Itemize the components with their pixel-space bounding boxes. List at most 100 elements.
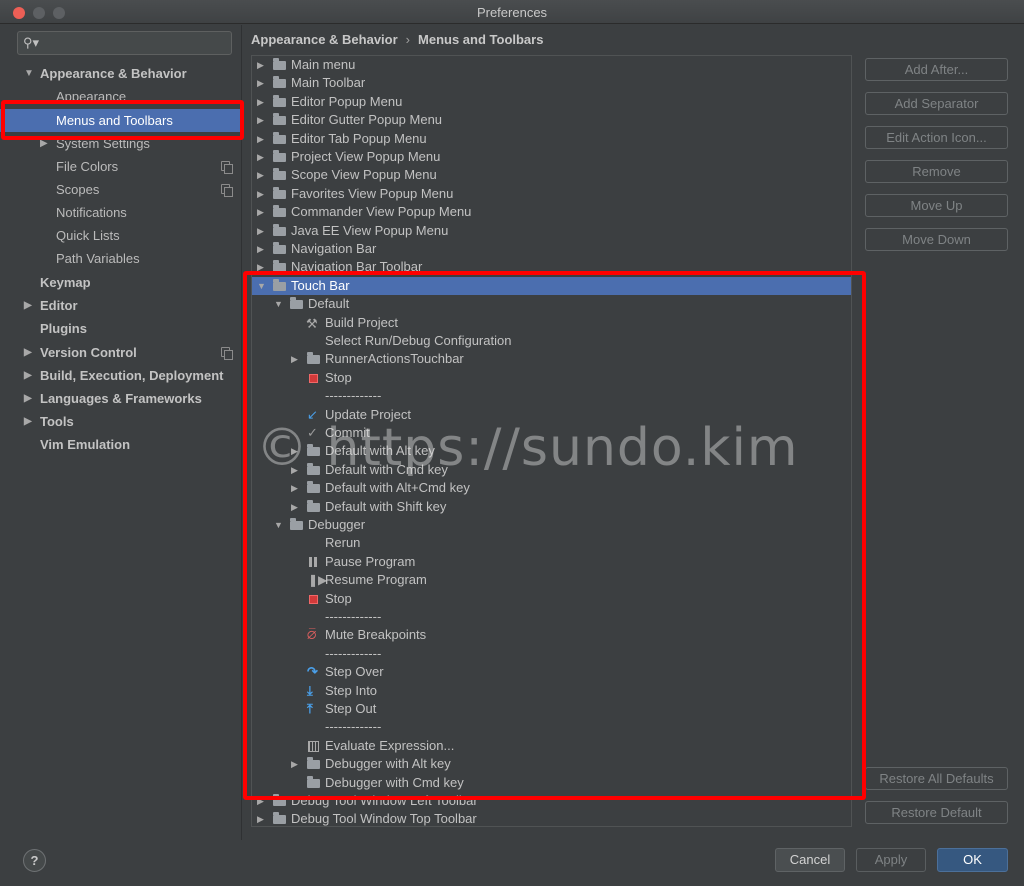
expand-arrow-icon[interactable]: ▶ (257, 185, 267, 203)
tree-row[interactable]: ⚒ Build Project (252, 314, 851, 332)
tree-row[interactable]: Rerun (252, 534, 851, 552)
expand-arrow-icon[interactable]: ▶ (291, 461, 301, 479)
apply-button[interactable]: Apply (856, 848, 926, 872)
tree-row[interactable]: ▶ Editor Tab Popup Menu (252, 130, 851, 148)
expand-arrow-icon[interactable]: ▶ (257, 222, 267, 240)
add-after-button[interactable]: Add After... (865, 58, 1008, 81)
tree-row[interactable]: ▶ Debug Tool Window Top Toolbar (252, 810, 851, 826)
tree-row[interactable]: Stop (252, 590, 851, 608)
tree-row[interactable]: ▶ Main Toolbar (252, 74, 851, 92)
expand-arrow-icon[interactable]: ▶ (257, 258, 267, 276)
expand-arrow-icon[interactable]: ▶ (291, 350, 301, 368)
expand-arrow-icon[interactable]: ▼ (24, 62, 34, 85)
expand-arrow-icon[interactable]: ▶ (24, 410, 32, 433)
tree-row[interactable]: ▶ Editor Gutter Popup Menu (252, 111, 851, 129)
expand-arrow-icon[interactable]: ▶ (291, 479, 301, 497)
tree-row[interactable]: ▶ Favorites View Popup Menu (252, 185, 851, 203)
collapse-arrow-icon[interactable]: ▼ (274, 295, 284, 313)
tree-row[interactable]: ▶ Editor Popup Menu (252, 93, 851, 111)
tree-row[interactable]: ▶ Project View Popup Menu (252, 148, 851, 166)
add-separator-button[interactable]: Add Separator (865, 92, 1008, 115)
move-up-button[interactable]: Move Up (865, 194, 1008, 217)
restore-default-button[interactable]: Restore Default (865, 801, 1008, 824)
tree-row[interactable]: ------------- (252, 387, 851, 405)
edit-action-icon-button[interactable]: Edit Action Icon... (865, 126, 1008, 149)
tree-row[interactable]: ------------- (252, 608, 851, 626)
sidebar-item-scopes[interactable]: Scopes (0, 178, 242, 201)
tree-row[interactable]: ✓ Commit (252, 424, 851, 442)
tree-row[interactable]: Stop (252, 369, 851, 387)
tree-row[interactable]: ▶ Java EE View Popup Menu (252, 222, 851, 240)
menus-toolbars-tree[interactable]: ▶ Main menu ▶ Main Toolbar ▶ Editor Popup Men… (251, 55, 852, 827)
tree-row[interactable]: ------------- (252, 718, 851, 736)
tree-row[interactable]: ▼ Default (252, 295, 851, 313)
sidebar-item-tools[interactable]: ▶ Tools (0, 410, 242, 433)
expand-arrow-icon[interactable]: ▶ (291, 442, 301, 460)
tree-row[interactable]: ▶ Commander View Popup Menu (252, 203, 851, 221)
expand-arrow-icon[interactable]: ▶ (257, 93, 267, 111)
tree-row[interactable]: Select Run/Debug Configuration (252, 332, 851, 350)
tree-row[interactable]: ▶ Scope View Popup Menu (252, 166, 851, 184)
sidebar-item-vim-emulation[interactable]: Vim Emulation (0, 433, 242, 456)
tree-row[interactable]: ▶ Debugger with Alt key (252, 755, 851, 773)
tree-row[interactable]: ▶ Default with Alt key (252, 442, 851, 460)
tree-row[interactable]: Debugger with Cmd key (252, 774, 851, 792)
expand-arrow-icon[interactable]: ▶ (257, 792, 267, 810)
sidebar-item-plugins[interactable]: Plugins (0, 317, 242, 340)
tree-row[interactable]: ▶ Debug Tool Window Left Toolbar (252, 792, 851, 810)
expand-arrow-icon[interactable]: ▶ (291, 498, 301, 516)
collapse-arrow-icon[interactable]: ▼ (257, 277, 267, 295)
sidebar-item-appearance[interactable]: Appearance (0, 85, 242, 108)
sidebar-item-editor[interactable]: ▶ Editor (0, 294, 242, 317)
tree-row[interactable]: Evaluate Expression... (252, 737, 851, 755)
tree-row[interactable]: ▶ Navigation Bar Toolbar (252, 258, 851, 276)
tree-row[interactable]: ▼ Debugger (252, 516, 851, 534)
tree-row[interactable]: ▶ Default with Cmd key (252, 461, 851, 479)
tree-row[interactable]: ▶ Navigation Bar (252, 240, 851, 258)
cancel-button[interactable]: Cancel (775, 848, 845, 872)
expand-arrow-icon[interactable]: ▶ (257, 56, 267, 74)
expand-arrow-icon[interactable]: ▶ (257, 130, 267, 148)
expand-arrow-icon[interactable]: ▶ (24, 387, 32, 410)
tree-row[interactable]: ------------- (252, 645, 851, 663)
tree-row[interactable]: ▶ RunnerActionsTouchbar (252, 350, 851, 368)
sidebar-item-system-settings[interactable]: ▶ System Settings (0, 132, 242, 155)
expand-arrow-icon[interactable]: ▶ (257, 810, 267, 826)
sidebar-item-build-execution-deployment[interactable]: ▶ Build, Execution, Deployment (0, 364, 242, 387)
sidebar-item-languages-frameworks[interactable]: ▶ Languages & Frameworks (0, 387, 242, 410)
sidebar-item-menus-and-toolbars[interactable]: Menus and Toolbars (0, 109, 242, 132)
expand-arrow-icon[interactable]: ▶ (24, 341, 32, 364)
expand-arrow-icon[interactable]: ▶ (257, 166, 267, 184)
expand-arrow-icon[interactable]: ▶ (24, 294, 32, 317)
sidebar-item-notifications[interactable]: Notifications (0, 201, 242, 224)
tree-row[interactable]: ↷ Step Over (252, 663, 851, 681)
help-button[interactable]: ? (23, 849, 46, 872)
remove-button[interactable]: Remove (865, 160, 1008, 183)
tree-row[interactable]: ⤓ Step Into (252, 682, 851, 700)
tree-row[interactable]: Pause Program (252, 553, 851, 571)
sidebar-item-version-control[interactable]: ▶ Version Control (0, 341, 242, 364)
expand-arrow-icon[interactable]: ▶ (291, 755, 301, 773)
tree-row[interactable]: ▼ Touch Bar (252, 276, 851, 295)
sidebar-item-file-colors[interactable]: File Colors (0, 155, 242, 178)
sidebar-item-appearance-behavior[interactable]: ▼ Appearance & Behavior (0, 62, 242, 85)
expand-arrow-icon[interactable]: ▶ (257, 74, 267, 92)
move-down-button[interactable]: Move Down (865, 228, 1008, 251)
tree-row[interactable]: ↙ Update Project (252, 406, 851, 424)
tree-row[interactable]: ⤒ Step Out (252, 700, 851, 718)
expand-arrow-icon[interactable]: ▶ (257, 148, 267, 166)
ok-button[interactable]: OK (937, 848, 1008, 872)
expand-arrow-icon[interactable]: ▶ (257, 111, 267, 129)
collapse-arrow-icon[interactable]: ▼ (274, 516, 284, 534)
expand-arrow-icon[interactable]: ▶ (257, 240, 267, 258)
expand-arrow-icon[interactable]: ▶ (24, 364, 32, 387)
tree-row[interactable]: ▶ Default with Shift key (252, 498, 851, 516)
restore-all-defaults-button[interactable]: Restore All Defaults (865, 767, 1008, 790)
breadcrumb-parent[interactable]: Appearance & Behavior (251, 32, 398, 47)
tree-row[interactable]: ❚▶ Resume Program (252, 571, 851, 589)
sidebar-item-path-variables[interactable]: Path Variables (0, 247, 242, 270)
sidebar-item-quick-lists[interactable]: Quick Lists (0, 224, 242, 247)
tree-row[interactable]: ▶ Default with Alt+Cmd key (252, 479, 851, 497)
search-input[interactable]: ⚲▾ (17, 31, 232, 55)
tree-row[interactable]: ⦱ Mute Breakpoints (252, 626, 851, 644)
